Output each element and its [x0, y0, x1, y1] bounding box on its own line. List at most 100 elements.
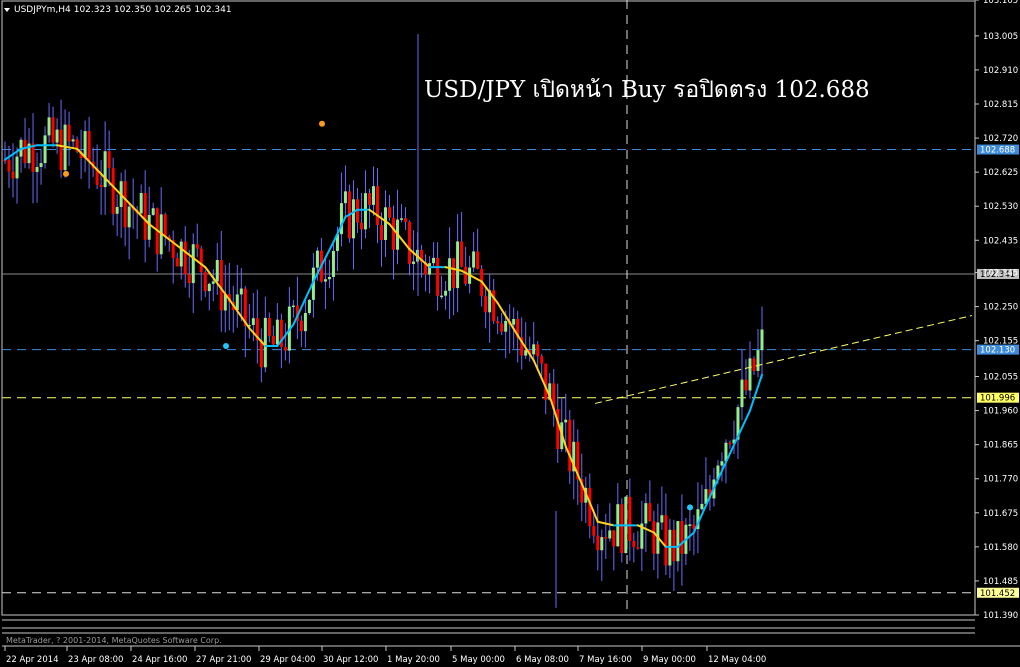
y-tick-label: 101.865 — [983, 441, 1018, 451]
x-tick-label: 1 May 20:00 — [387, 655, 440, 665]
bear-candle — [648, 503, 652, 522]
symbol-label: USDJPYm,H4 — [14, 5, 71, 15]
bear-candle — [500, 323, 504, 332]
bear-candle — [404, 218, 408, 222]
chevron-down-icon[interactable] — [4, 7, 10, 12]
y-tick-label: 102.910 — [983, 66, 1018, 76]
bull-candle — [43, 135, 47, 164]
moving-average-segment — [584, 492, 599, 523]
bear-candle — [143, 193, 147, 240]
y-tick-label: 102.815 — [983, 100, 1018, 110]
bear-candle — [31, 143, 35, 172]
bull-candle — [151, 208, 155, 215]
bull-candle — [215, 259, 219, 282]
moving-average-segment — [344, 208, 359, 218]
bear-candle — [388, 207, 392, 218]
moving-average-segment — [728, 409, 751, 455]
bull-candle — [39, 163, 43, 167]
y-tick-label: 101.580 — [983, 543, 1018, 553]
bear-candle — [620, 504, 624, 553]
bear-candle — [452, 258, 456, 289]
bear-candle — [107, 151, 111, 169]
bull-candle — [103, 151, 107, 188]
x-tick-label: 7 May 16:00 — [579, 655, 632, 665]
bear-candle — [375, 186, 379, 225]
bear-candle — [744, 379, 748, 391]
y-tick-label: 102.055 — [983, 373, 1018, 383]
bull-candle — [644, 503, 648, 524]
bull-candle — [15, 156, 19, 179]
bear-candle — [408, 221, 412, 264]
bull-candle — [251, 318, 255, 325]
bear-candle — [175, 258, 179, 267]
chart-header: USDJPYm,H4 102.323 102.350 102.265 102.341 — [4, 5, 235, 15]
bull-candle — [444, 290, 448, 296]
bear-candle — [752, 358, 756, 371]
y-tick-label: 101.770 — [983, 475, 1018, 485]
signal-dot — [319, 120, 325, 127]
bear-candle — [544, 363, 548, 400]
bear-candle — [7, 160, 11, 172]
price-level-label: 102.130 — [980, 346, 1015, 356]
bear-candle — [59, 129, 63, 171]
bear-candle — [379, 224, 383, 240]
x-tick-label: 6 May 08:00 — [516, 655, 569, 665]
bull-candle — [720, 461, 724, 466]
bear-candle — [163, 214, 167, 237]
signal-dot — [63, 170, 69, 177]
x-tick-label: 29 Apr 04:00 — [260, 655, 315, 665]
bull-candle — [532, 344, 536, 355]
copyright-text: MetaTrader, ? 2001-2014, MetaQuotes Soft… — [6, 636, 222, 645]
x-tick-label: 23 Apr 08:00 — [68, 655, 123, 665]
bull-candle — [748, 358, 752, 391]
bull-candle — [115, 206, 119, 214]
y-tick-label: 101.960 — [983, 407, 1018, 417]
bear-candle — [636, 547, 640, 549]
bull-candle — [291, 305, 295, 308]
bear-candle — [23, 139, 27, 164]
bull-candle — [504, 320, 508, 332]
price-level-label: 101.452 — [980, 589, 1015, 599]
bear-candle — [67, 124, 71, 142]
bear-candle — [111, 168, 115, 214]
bull-candle — [608, 530, 612, 539]
bull-candle — [456, 241, 460, 289]
y-tick-label: 101.485 — [983, 577, 1018, 587]
bull-candle — [139, 193, 143, 214]
bull-candle — [600, 537, 604, 551]
bull-candle — [676, 521, 680, 562]
bull-candle — [315, 250, 319, 268]
bull-candle — [432, 257, 436, 264]
bull-candle — [440, 295, 444, 298]
bull-candle — [363, 193, 367, 230]
y-tick-label: 102.530 — [983, 202, 1018, 212]
bull-candle — [211, 281, 215, 284]
bear-candle — [604, 537, 608, 539]
bear-candle — [476, 251, 480, 269]
x-tick-label: 22 Apr 2014 — [6, 655, 59, 665]
bear-candle — [367, 193, 371, 205]
x-tick-label: 5 May 00:00 — [452, 655, 505, 665]
bull-candle — [263, 317, 267, 368]
bear-candle — [460, 241, 464, 267]
x-tick-label: 12 May 04:00 — [708, 655, 766, 665]
price-level-label: 102.688 — [980, 146, 1015, 156]
y-tick-label: 103.105 — [983, 0, 1018, 6]
bull-candle — [55, 129, 59, 143]
high-value: 102.350 — [113, 5, 152, 15]
bear-candle — [203, 272, 207, 292]
bull-candle — [71, 139, 75, 142]
bull-candle — [343, 191, 347, 204]
bull-candle — [564, 419, 568, 423]
signal-dot — [687, 504, 693, 511]
x-tick-label: 9 May 00:00 — [643, 655, 696, 665]
close-value: 102.341 — [194, 5, 232, 15]
bear-candle — [484, 296, 488, 313]
bear-candle — [672, 529, 676, 562]
bull-candle — [275, 319, 279, 345]
bear-candle — [592, 526, 596, 536]
bear-candle — [728, 442, 732, 445]
bear-candle — [283, 347, 287, 351]
bear-candle — [299, 320, 303, 332]
bull-candle — [47, 117, 51, 136]
